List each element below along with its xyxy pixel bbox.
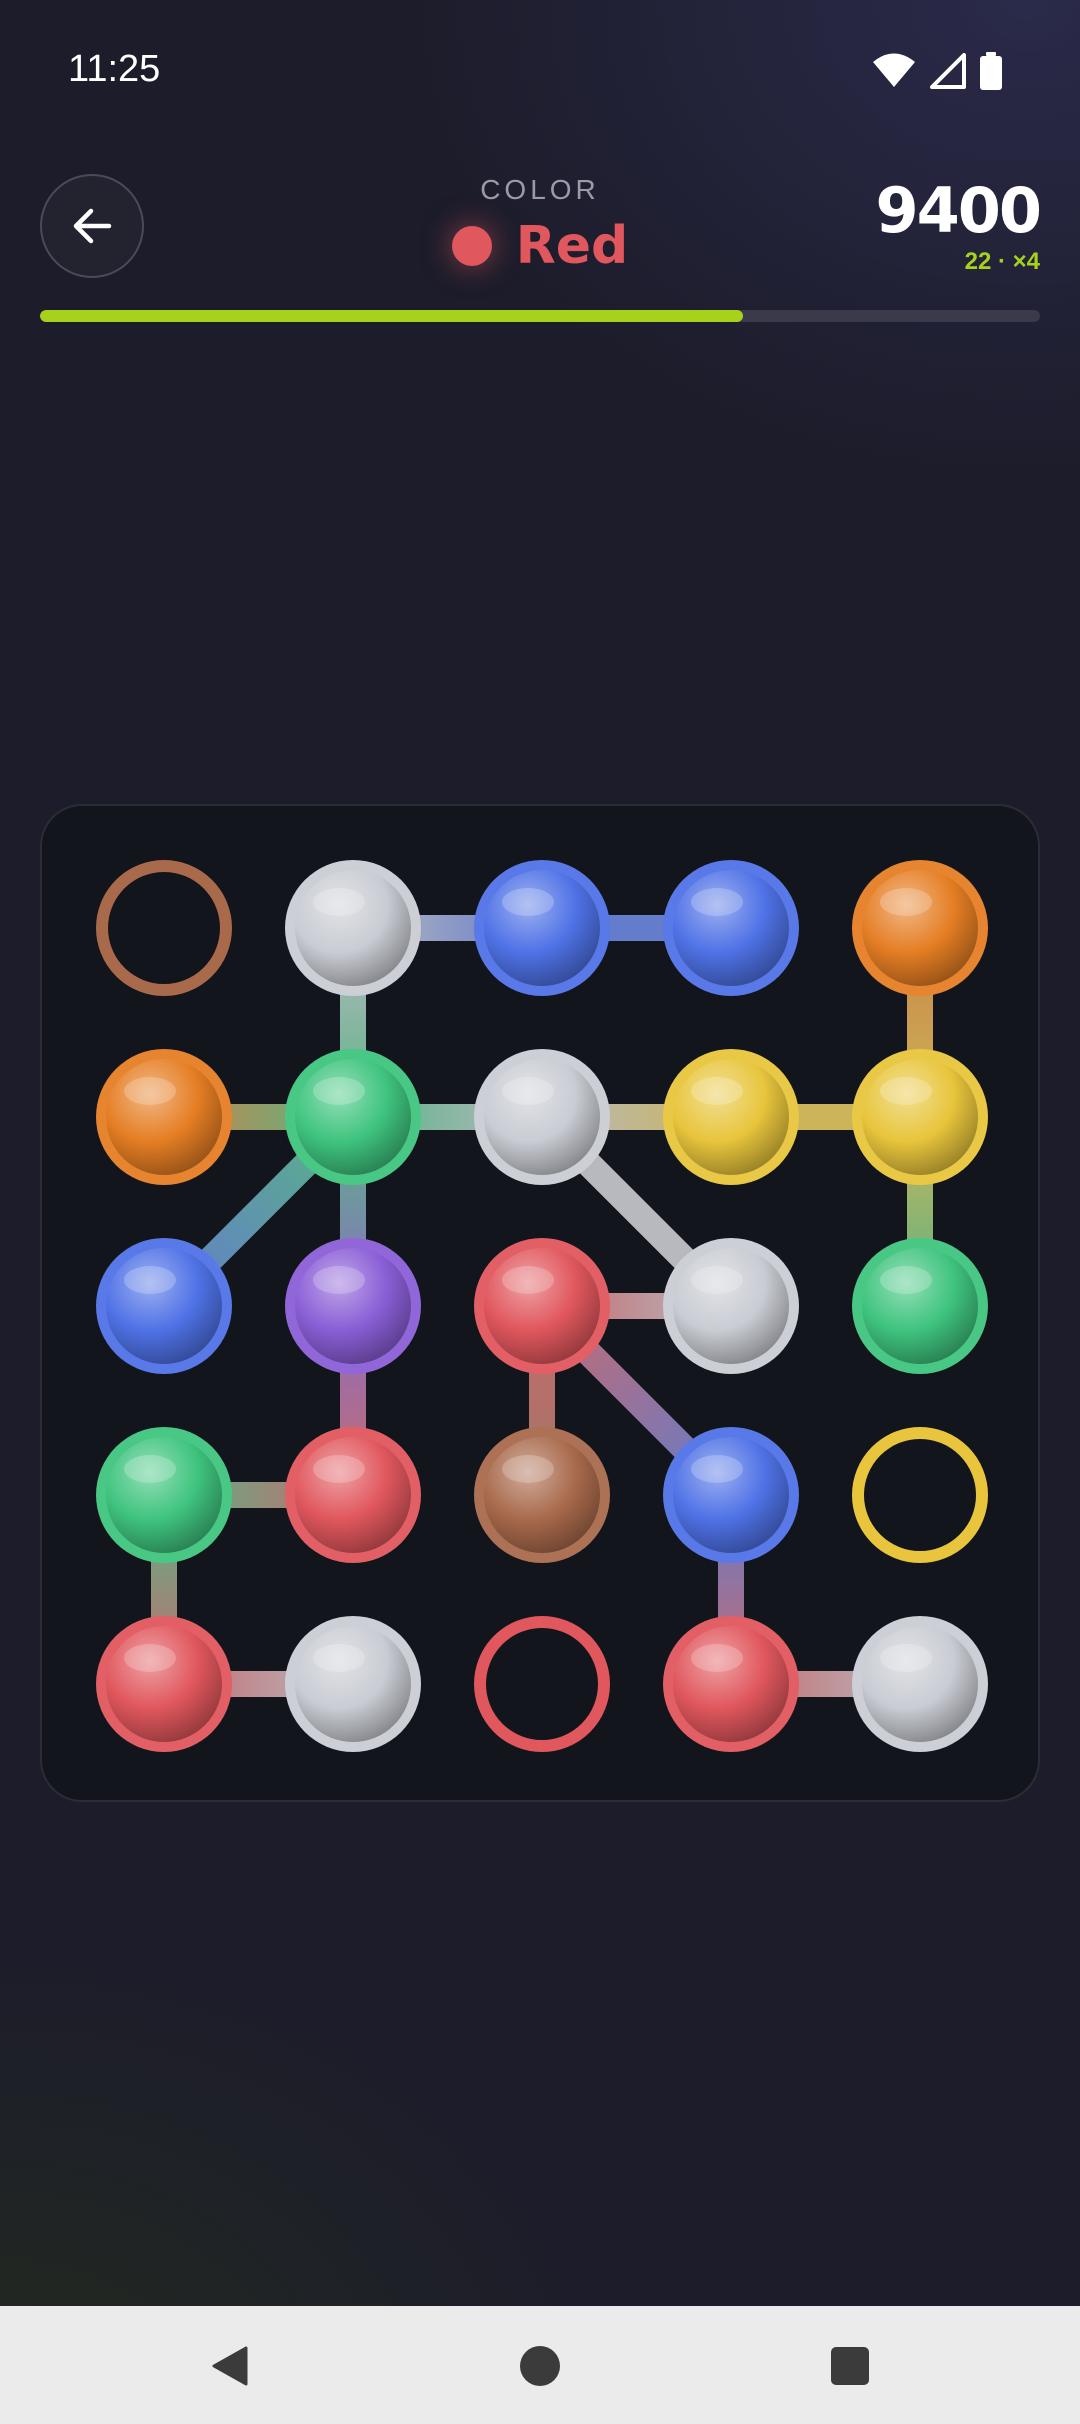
- node-blue[interactable]: [96, 1238, 232, 1374]
- node-silver[interactable]: [285, 1616, 421, 1752]
- status-time: 11:25: [68, 48, 161, 90]
- progress-bar: [40, 310, 1040, 322]
- score: 9400: [875, 174, 1042, 247]
- node-yellow[interactable]: [852, 1049, 988, 1185]
- triangle-back-icon: [212, 2346, 248, 2386]
- combo-multiplier: 22 · ×4: [964, 248, 1040, 275]
- nav-home-button[interactable]: [510, 2336, 570, 2396]
- node-orange[interactable]: [96, 1049, 232, 1185]
- target-color-dot: [451, 226, 492, 266]
- node-green[interactable]: [96, 1427, 232, 1563]
- node-silver[interactable]: [285, 860, 421, 996]
- signal-icon: [930, 53, 966, 89]
- circle-home-icon: [520, 2346, 560, 2386]
- nodes-layer: [96, 860, 988, 1752]
- battery-icon: [980, 52, 1002, 90]
- empty-slot-red[interactable]: [474, 1616, 610, 1752]
- board-canvas: [96, 860, 988, 1752]
- empty-slot-brown[interactable]: [96, 860, 232, 996]
- empty-slot-yellow[interactable]: [852, 1427, 988, 1563]
- node-red[interactable]: [285, 1427, 421, 1563]
- node-brown[interactable]: [474, 1427, 610, 1563]
- status-icons: [872, 52, 1002, 90]
- node-silver[interactable]: [663, 1238, 799, 1374]
- node-orange[interactable]: [852, 860, 988, 996]
- game-board: [40, 804, 1040, 1802]
- node-green[interactable]: [285, 1049, 421, 1185]
- node-blue[interactable]: [663, 860, 799, 996]
- node-blue[interactable]: [663, 1427, 799, 1563]
- node-green[interactable]: [852, 1238, 988, 1374]
- node-purple[interactable]: [285, 1238, 421, 1374]
- progress-fill: [40, 310, 743, 322]
- node-red[interactable]: [96, 1616, 232, 1752]
- node-red[interactable]: [663, 1616, 799, 1752]
- node-yellow[interactable]: [663, 1049, 799, 1185]
- target-color-name: Red: [515, 216, 629, 276]
- node-silver[interactable]: [852, 1616, 988, 1752]
- square-recents-icon: [831, 2347, 869, 2385]
- system-nav-bar: [0, 2306, 1080, 2424]
- node-red[interactable]: [474, 1238, 610, 1374]
- status-bar: 11:25: [0, 0, 1080, 150]
- node-blue[interactable]: [474, 860, 610, 996]
- node-silver[interactable]: [474, 1049, 610, 1185]
- nav-back-button[interactable]: [200, 2336, 260, 2396]
- nav-recents-button[interactable]: [820, 2336, 880, 2396]
- wifi-icon: [873, 53, 915, 87]
